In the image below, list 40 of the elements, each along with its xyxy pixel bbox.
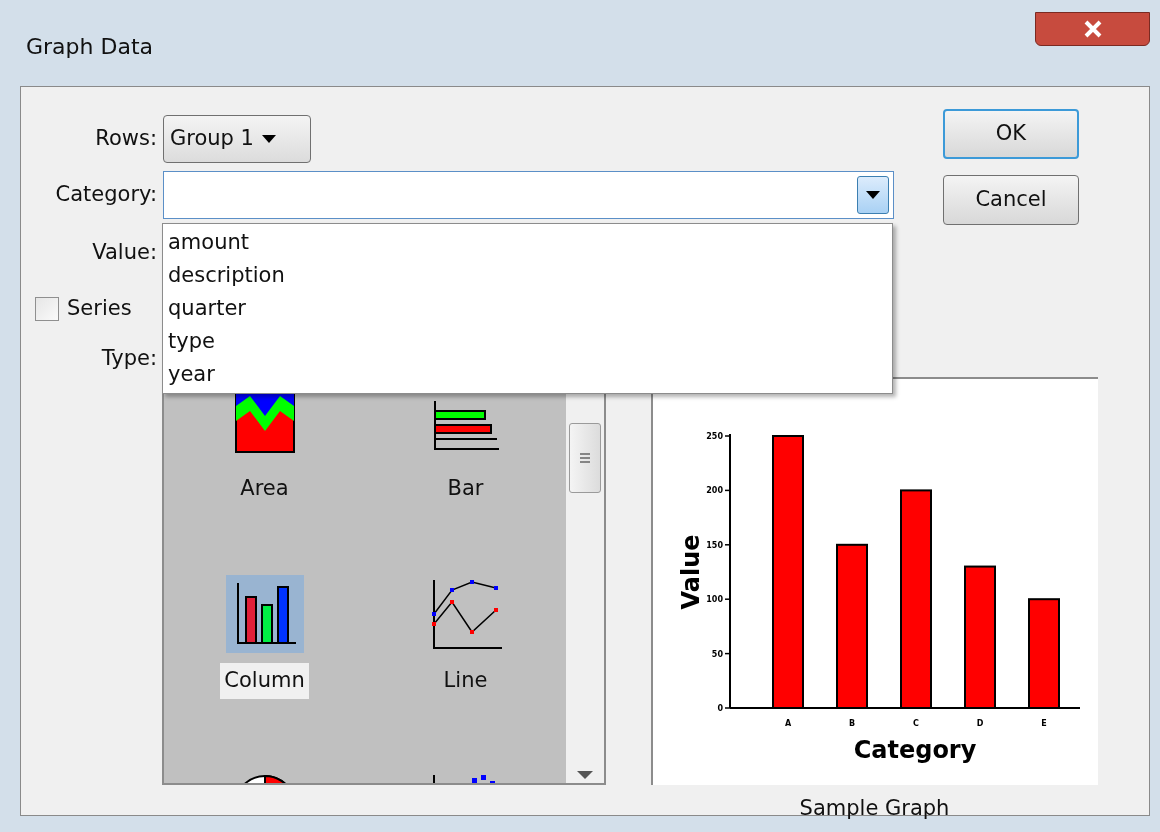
dropdown-option[interactable]: amount <box>163 226 892 259</box>
series-checkbox[interactable] <box>35 297 59 321</box>
y-tick-label: 250 <box>706 432 723 441</box>
type-label: Type: <box>100 345 158 372</box>
area-chart-icon <box>234 391 295 453</box>
dropdown-option[interactable]: description <box>163 259 892 292</box>
x-tick-label: E <box>1041 719 1047 728</box>
y-tick-label: 150 <box>706 540 723 550</box>
caret-icon <box>866 191 880 199</box>
caret-icon <box>262 135 276 143</box>
series-label: Series <box>67 295 132 323</box>
dropdown-arrow-button[interactable] <box>857 176 889 214</box>
scroll-down-icon <box>577 771 593 779</box>
close-icon <box>1082 20 1103 38</box>
scrollbar-thumb[interactable] <box>569 423 601 493</box>
value-label: Value: <box>91 239 158 267</box>
grip-icon <box>579 452 591 464</box>
window-title: Graph Data <box>26 33 153 61</box>
cancel-button[interactable]: Cancel <box>943 175 1079 225</box>
x-tick-label: C <box>913 719 919 728</box>
y-tick-label: 0 <box>717 704 723 713</box>
y-tick-label: 50 <box>711 649 723 659</box>
x-tick-label: D <box>976 719 984 728</box>
chart-type-item[interactable]: Line <box>365 575 566 767</box>
y-axis-title: Value <box>677 534 705 610</box>
y-tick-label: 100 <box>706 595 723 605</box>
x-axis-title: Category <box>853 736 977 764</box>
chart-type-item[interactable]: Column <box>164 575 365 767</box>
rows-dropdown[interactable]: Group 1 <box>163 115 311 163</box>
line-chart-icon <box>429 578 502 650</box>
ok-button[interactable]: OK <box>943 109 1079 159</box>
dropdown-option[interactable]: quarter <box>163 292 892 325</box>
y-tick-label: 200 <box>706 486 723 496</box>
x-tick-label: A <box>784 719 792 728</box>
rows-label: Rows: <box>94 125 158 153</box>
sample-graph-caption: Sample Graph <box>799 795 950 822</box>
dropdown-option[interactable]: type <box>163 325 892 358</box>
category-label: Category: <box>54 181 158 209</box>
x-tick-label: B <box>848 719 856 728</box>
close-button[interactable] <box>1035 12 1150 46</box>
